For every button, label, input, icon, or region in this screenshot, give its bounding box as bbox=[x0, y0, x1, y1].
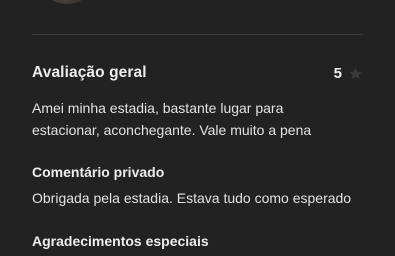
rating-number: 5 bbox=[333, 64, 342, 82]
star-icon bbox=[349, 67, 362, 79]
review-text: Amei minha estadia, bastante lugar para … bbox=[32, 100, 312, 138]
review-details-page: Avaliação geral 5 Amei minha estadia, ba… bbox=[0, 0, 395, 256]
special-thanks-title: Agradecimentos especiais bbox=[32, 233, 209, 249]
private-comment-text: Obrigada pela estadia. Estava tudo como … bbox=[32, 190, 352, 206]
divider bbox=[32, 34, 363, 35]
overall-rating-row: Avaliação geral 5 bbox=[32, 62, 363, 84]
overall-rating-title: Avaliação geral bbox=[32, 64, 147, 81]
private-comment-title: Comentário privado bbox=[32, 164, 165, 180]
overall-rating-value: 5 bbox=[334, 65, 363, 82]
avatar bbox=[39, 0, 95, 4]
